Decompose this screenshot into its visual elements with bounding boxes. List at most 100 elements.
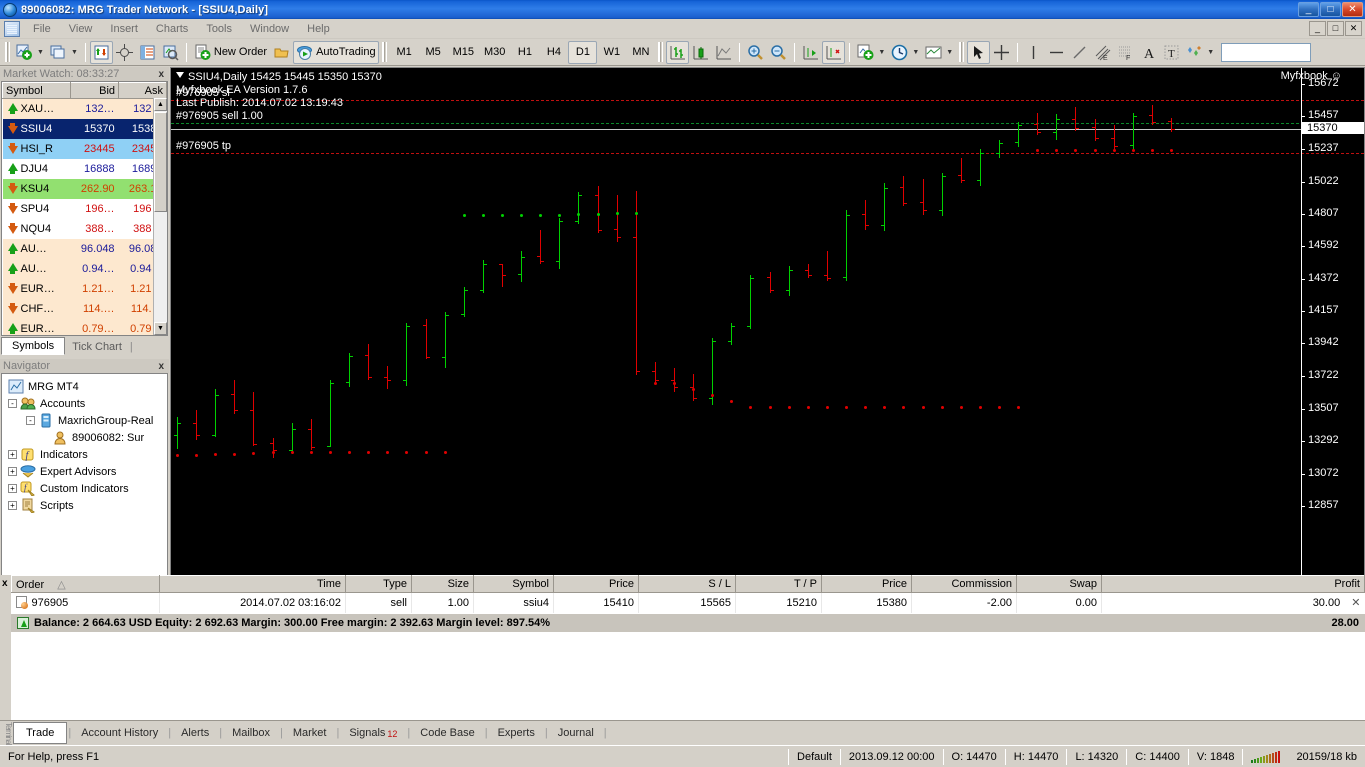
toolbar-grip-charts[interactable]	[658, 42, 664, 62]
menu-item-charts[interactable]: Charts	[147, 21, 197, 37]
tree-node-accounts[interactable]: - Accounts	[6, 395, 165, 412]
terminal-tab-account-history[interactable]: Account History	[72, 724, 167, 742]
tree-expander-icon[interactable]: -	[26, 416, 35, 425]
scroll-down-icon[interactable]: ▼	[154, 322, 167, 335]
horizontal-line-tool-button[interactable]	[1045, 41, 1068, 64]
col-swap[interactable]: Swap	[1016, 575, 1102, 593]
status-profile[interactable]: Default	[789, 748, 840, 766]
terminal-tab-market[interactable]: Market	[284, 724, 336, 742]
menu-item-tools[interactable]: Tools	[197, 21, 241, 37]
crosshair-tool-button[interactable]	[990, 41, 1013, 64]
indicators-caret-icon[interactable]: ▼	[878, 49, 885, 56]
object-combo-input[interactable]	[1221, 42, 1312, 62]
profiles-button[interactable]: ▼	[47, 41, 81, 64]
timeframe-mn[interactable]: MN	[626, 41, 655, 64]
terminal-tab-alerts[interactable]: Alerts	[172, 724, 218, 742]
indicators-button[interactable]: ▼	[854, 41, 888, 64]
timeframe-m15[interactable]: M15	[448, 41, 479, 64]
zoom-in-button[interactable]	[744, 41, 767, 64]
col-order[interactable]: Order △	[11, 575, 160, 593]
col-time[interactable]: Time	[159, 575, 346, 593]
tab-tick-chart[interactable]: Tick Chart	[65, 339, 129, 355]
terminal-tab-code-base[interactable]: Code Base	[411, 724, 483, 742]
col-size[interactable]: Size	[411, 575, 474, 593]
templates-button[interactable]: ▼	[922, 41, 956, 64]
mdi-close-button[interactable]: ✕	[1345, 21, 1362, 36]
autotrading-button[interactable]: AutoTrading	[293, 40, 379, 64]
profiles-caret-icon[interactable]: ▼	[71, 49, 78, 56]
market-watch-row[interactable]: DJU4 16888 16898	[2, 158, 167, 179]
tree-expander-icon[interactable]: -	[8, 399, 17, 408]
market-watch-row[interactable]: EUR… 1.21… 1.21…	[2, 278, 167, 299]
col-ask[interactable]: Ask	[118, 82, 167, 99]
timeframe-m5[interactable]: M5	[419, 41, 448, 64]
fibonacci-tool-button[interactable]: F	[1114, 41, 1137, 64]
tree-node-maxrichgroup-real[interactable]: - MaxrichGroup-Real	[6, 412, 165, 429]
col-symbol[interactable]: Symbol	[2, 82, 72, 99]
bar-chart-button[interactable]	[666, 40, 690, 64]
candlestick-chart-button[interactable]	[689, 41, 712, 64]
table-row[interactable]: 976905 2014.07.02 03:16:02 sell 1.00 ssi…	[11, 592, 1365, 613]
menu-item-view[interactable]: View	[60, 21, 102, 37]
shapes-caret-icon[interactable]: ▼	[1207, 49, 1214, 56]
col-current-price[interactable]: Price	[821, 575, 912, 593]
col-profit[interactable]: Profit	[1101, 575, 1365, 593]
col-type[interactable]: Type	[345, 575, 412, 593]
minimize-button[interactable]: _	[1298, 2, 1319, 17]
vertical-line-tool-button[interactable]	[1022, 41, 1045, 64]
equidistant-channel-tool-button[interactable]: E	[1091, 41, 1114, 64]
market-watch-row[interactable]: CHF… 114.… 114.…	[2, 298, 167, 319]
mdi-minimize-button[interactable]: _	[1309, 21, 1326, 36]
order-level-line[interactable]	[171, 123, 1364, 125]
period-selector-button[interactable]: ▼	[888, 41, 922, 64]
market-watch-row[interactable]: NQU4 388… 388…	[2, 218, 167, 239]
mdi-restore-button[interactable]: □	[1327, 21, 1344, 36]
tree-node-scripts[interactable]: + Scripts	[6, 497, 165, 514]
text-label-tool-button[interactable]: T	[1160, 41, 1183, 64]
maximize-button[interactable]: □	[1320, 2, 1341, 17]
toolbar-grip[interactable]	[5, 42, 10, 62]
tree-root-mrg-mt4[interactable]: MRG MT4	[6, 378, 165, 395]
text-tool-button[interactable]: A	[1137, 41, 1160, 64]
scroll-thumb[interactable]	[154, 112, 167, 212]
market-watch-row[interactable]: AU… 0.94… 0.94…	[2, 258, 167, 279]
tree-node-expert-advisors[interactable]: + Expert Advisors	[6, 463, 165, 480]
timeframe-w1[interactable]: W1	[597, 41, 626, 64]
market-watch-row[interactable]: HSI_R 23445 23455	[2, 138, 167, 159]
timeframe-d1[interactable]: D1	[568, 40, 598, 64]
close-button[interactable]: ✕	[1342, 2, 1363, 17]
chart-shift-button[interactable]	[799, 41, 822, 64]
col-bid[interactable]: Bid	[70, 82, 120, 99]
tree-expander-icon[interactable]: +	[8, 501, 17, 510]
menu-item-insert[interactable]: Insert	[101, 21, 147, 37]
market-watch-row[interactable]: AU… 96.048 96.083	[2, 238, 167, 259]
market-watch-button[interactable]	[89, 40, 113, 64]
connection-signal-icon[interactable]	[1243, 748, 1288, 766]
menu-item-file[interactable]: File	[24, 21, 60, 37]
new-chart-button[interactable]: ▼	[13, 41, 47, 64]
timeframe-m1[interactable]: M1	[390, 41, 419, 64]
cell-sl[interactable]: 15565	[638, 592, 736, 613]
menu-item-help[interactable]: Help	[298, 21, 339, 37]
period-caret-icon[interactable]: ▼	[912, 49, 919, 56]
close-order-icon[interactable]: ✕	[1351, 597, 1360, 609]
tree-node-indicators[interactable]: + f Indicators	[6, 446, 165, 463]
tree-node-custom-indicators[interactable]: + f Custom Indicators	[6, 480, 165, 497]
market-watch-row[interactable]: SPU4 196… 196…	[2, 198, 167, 219]
shapes-tool-button[interactable]: ▼	[1183, 41, 1217, 64]
terminal-tab-experts[interactable]: Experts	[489, 724, 544, 742]
market-watch-scrollbar[interactable]: ▲ ▼	[153, 98, 167, 335]
col-sl[interactable]: S / L	[638, 575, 736, 593]
terminal-tab-mailbox[interactable]: Mailbox	[223, 724, 279, 742]
tree-expander-icon[interactable]: +	[8, 467, 17, 476]
tab-symbols[interactable]: Symbols	[1, 337, 66, 355]
navigator-button[interactable]	[159, 41, 182, 64]
trendline-tool-button[interactable]	[1068, 41, 1091, 64]
cell-tp[interactable]: 15210	[735, 592, 822, 613]
terminal-tab-journal[interactable]: Journal	[549, 724, 603, 742]
terminal-tab-signals[interactable]: Signals 12	[340, 724, 406, 742]
terminal-close-icon[interactable]: x	[2, 578, 8, 589]
toolbar-grip-periods[interactable]	[381, 42, 387, 62]
col-symbol[interactable]: Symbol	[473, 575, 554, 593]
new-chart-caret-icon[interactable]: ▼	[37, 49, 44, 56]
